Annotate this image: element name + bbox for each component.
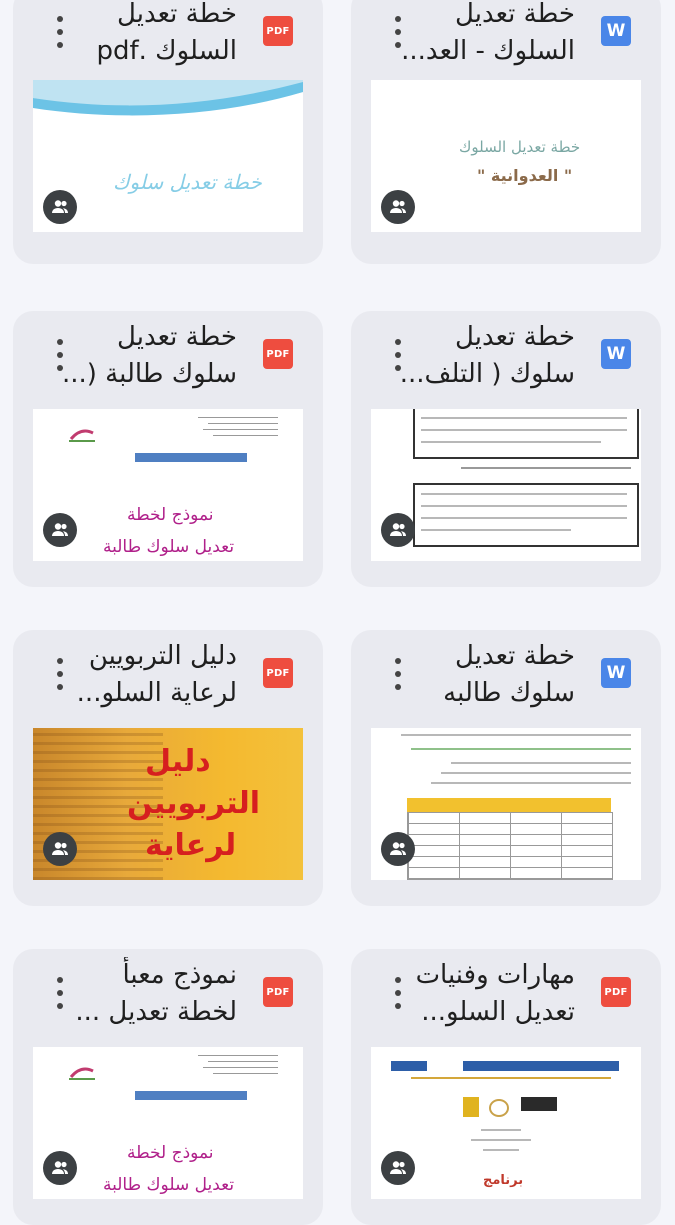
word-icon: W: [601, 16, 631, 46]
thumbnail-text: لرعاية: [145, 828, 237, 863]
people-icon: [381, 190, 415, 224]
file-card[interactable]: خطة تعديل سلوك طالبه W: [351, 630, 661, 906]
thumbnail-text: التربويين: [127, 786, 261, 821]
thumbnail-text: تعديل سلوك طالبة: [103, 537, 235, 557]
word-icon: W: [601, 658, 631, 688]
more-options-button[interactable]: [387, 977, 409, 1009]
pdf-icon: PDF: [263, 16, 293, 46]
pdf-icon: PDF: [263, 339, 293, 369]
people-icon: [43, 190, 77, 224]
more-options-button[interactable]: [387, 658, 409, 690]
thumbnail-text: خطة تعديل سلوك: [113, 170, 262, 194]
people-icon: [43, 1151, 77, 1185]
pdf-icon: PDF: [263, 658, 293, 688]
more-options-button[interactable]: [49, 339, 71, 371]
thumbnail-text: تعديل سلوك طالبة: [103, 1175, 235, 1195]
file-card[interactable]: نموذج معبأ لخطة تعديل ... PDF نموذج لخطة …: [13, 949, 323, 1225]
thumbnail-text: برنامج: [483, 1173, 524, 1188]
people-icon: [381, 513, 415, 547]
thumbnail-text: " العدوانية ": [477, 166, 573, 185]
file-card[interactable]: خطة تعديل سلوك طالبة (... PDF نموذج لخطة …: [13, 311, 323, 587]
more-options-button[interactable]: [387, 339, 409, 371]
more-options-button[interactable]: [49, 977, 71, 1009]
thumbnail-text: نموذج لخطة: [127, 505, 214, 525]
file-card[interactable]: خطة تعديل السلوك - العد... W خطة تعديل ال…: [351, 0, 661, 264]
file-card[interactable]: مهارات وفنيات تعديل السلو... PDF برنامج: [351, 949, 661, 1225]
people-icon: [381, 1151, 415, 1185]
file-card[interactable]: خطة تعديل السلوك .pdf PDF خطة تعديل سلوك: [13, 0, 323, 264]
more-options-button[interactable]: [49, 16, 71, 48]
people-icon: [43, 832, 77, 866]
pdf-icon: PDF: [601, 977, 631, 1007]
thumbnail-text: نموذج لخطة: [127, 1143, 214, 1163]
people-icon: [43, 513, 77, 547]
file-card[interactable]: خطة تعديل سلوك ( التلف... W: [351, 311, 661, 587]
thumbnail-text: دليل: [145, 744, 211, 779]
word-icon: W: [601, 339, 631, 369]
more-options-button[interactable]: [49, 658, 71, 690]
people-icon: [381, 832, 415, 866]
more-options-button[interactable]: [387, 16, 409, 48]
pdf-icon: PDF: [263, 977, 293, 1007]
file-card[interactable]: دليل التربويين لرعاية السلو... PDF دليل ا…: [13, 630, 323, 906]
thumbnail-text: خطة تعديل السلوك: [459, 138, 581, 156]
